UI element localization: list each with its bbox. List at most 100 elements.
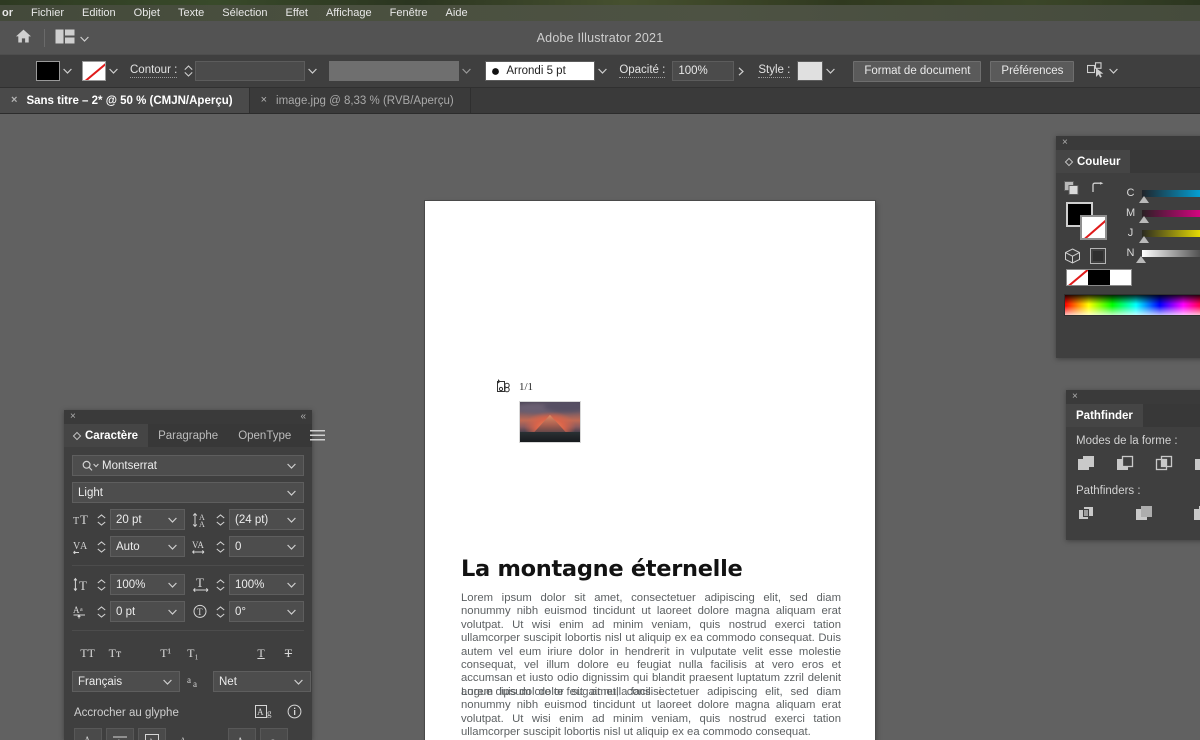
chevron-down-icon[interactable] (285, 609, 298, 615)
font-size-stepper[interactable] (96, 509, 107, 530)
tab-paragraphe[interactable]: Paragraphe (148, 424, 228, 447)
stroke-color-swatch[interactable] (82, 61, 106, 81)
chevron-down-icon[interactable] (161, 679, 174, 685)
menu-item-fichier[interactable]: Fichier (22, 5, 73, 21)
menu-item-texte[interactable]: Texte (169, 5, 213, 21)
divide-icon[interactable] (1076, 504, 1098, 524)
font-family-input[interactable]: Montserrat (72, 455, 304, 476)
all-caps-button[interactable]: TT (74, 641, 101, 665)
chevron-down-icon[interactable] (285, 490, 298, 496)
underline-button[interactable]: T (247, 641, 274, 665)
slider-j[interactable]: J (1126, 227, 1200, 243)
opacity-chevron-right-icon[interactable] (734, 61, 748, 81)
chevron-down-icon[interactable] (166, 544, 179, 550)
fill-stroke-icon[interactable] (1064, 181, 1079, 198)
collapse-icon[interactable]: « (300, 412, 306, 422)
strikethrough-button[interactable]: T (275, 641, 302, 665)
swatch-black[interactable] (1088, 270, 1110, 285)
last-color-swatch[interactable] (1090, 248, 1107, 267)
language-select[interactable]: Français (72, 671, 180, 692)
slider-c[interactable]: C (1126, 187, 1200, 203)
stroke-weight-input[interactable] (195, 61, 306, 81)
merge-icon[interactable] (1192, 504, 1200, 524)
baseline-shift-input[interactable]: 0 pt (110, 601, 185, 622)
menu-item-affichage[interactable]: Affichage (317, 5, 381, 21)
slider-thumb[interactable] (1139, 195, 1149, 203)
leading-input[interactable]: (24 pt) (229, 509, 304, 530)
close-icon[interactable]: × (1072, 392, 1078, 402)
slider-track[interactable] (1136, 249, 1200, 263)
chevron-down-icon[interactable] (166, 517, 179, 523)
menu-item-selection[interactable]: Sélection (213, 5, 276, 21)
color-cube-icon[interactable] (1064, 248, 1081, 267)
menu-item-objet[interactable]: Objet (125, 5, 169, 21)
stroke-profile-select[interactable] (329, 61, 460, 81)
quick-swatches[interactable] (1066, 269, 1132, 286)
opacity-input[interactable]: 100% (672, 61, 735, 81)
stroke-chevron-down-icon[interactable] (106, 61, 120, 81)
stroke-weight-chevron-down-icon[interactable] (305, 61, 319, 81)
kerning-stepper[interactable] (96, 536, 107, 557)
character-rotation-stepper[interactable] (215, 601, 226, 622)
stroke-swatch-none[interactable] (1080, 215, 1107, 240)
brush-chevron-down-icon[interactable] (595, 61, 609, 81)
superscript-button[interactable]: T¹ (152, 641, 179, 665)
tab-pathfinder[interactable]: Pathfinder (1066, 404, 1143, 427)
snap-angle-icon[interactable]: A (228, 728, 256, 740)
chevron-down-icon[interactable] (285, 582, 298, 588)
font-style-input[interactable]: Light (72, 482, 304, 503)
style-chevron-down-icon[interactable] (823, 61, 837, 81)
subscript-button[interactable]: T₁ (179, 641, 206, 665)
color-spectrum-ramp[interactable] (1064, 294, 1200, 316)
close-icon[interactable]: × (1062, 138, 1068, 148)
snap-baseline-icon[interactable]: A (74, 728, 102, 740)
home-button[interactable] (8, 23, 38, 53)
slider-thumb[interactable] (1139, 235, 1149, 243)
panel-menu-icon[interactable] (301, 424, 334, 447)
info-icon[interactable] (287, 704, 302, 722)
small-caps-button[interactable]: Tт (101, 641, 128, 665)
slider-thumb[interactable] (1136, 255, 1146, 263)
close-icon[interactable]: × (70, 412, 76, 422)
chevron-down-icon[interactable] (292, 679, 305, 685)
chevron-down-icon[interactable] (166, 609, 179, 615)
swatch-none[interactable] (1067, 270, 1089, 285)
menu-item-fenetre[interactable]: Fenêtre (381, 5, 437, 21)
search-icon[interactable] (78, 455, 102, 476)
slider-track[interactable] (1139, 229, 1200, 243)
font-size-input[interactable]: 20 pt (110, 509, 185, 530)
slider-track[interactable] (1139, 209, 1200, 223)
swap-fill-stroke-icon[interactable] (1091, 182, 1105, 197)
swatch-white[interactable] (1109, 270, 1131, 285)
horizontal-scale-stepper[interactable] (215, 574, 226, 595)
unite-icon[interactable] (1076, 454, 1098, 474)
snap-cap-height-icon[interactable]: A (170, 728, 198, 740)
menu-item-app-name[interactable]: or (0, 5, 22, 21)
minus-front-icon[interactable] (1115, 454, 1137, 474)
leading-stepper[interactable] (215, 509, 226, 530)
character-rotation-input[interactable]: 0° (229, 601, 304, 622)
close-icon[interactable]: × (261, 95, 267, 106)
vertical-scale-input[interactable]: 100% (110, 574, 185, 595)
document-tab-image-jpg[interactable]: × image.jpg @ 8,33 % (RVB/Aperçu) (249, 88, 471, 113)
document-tab-sans-titre[interactable]: × Sans titre – 2* @ 50 % (CMJN/Aperçu) (0, 88, 250, 113)
trim-icon[interactable] (1134, 504, 1156, 524)
select-similar-chevron-down-icon[interactable] (1106, 61, 1120, 81)
mountain-sunset-photo[interactable] (519, 401, 581, 443)
chevron-down-icon[interactable] (285, 517, 298, 523)
anti-aliasing-select[interactable]: Net (213, 671, 311, 692)
slider-n[interactable]: N (1126, 247, 1200, 263)
stroke-weight-stepper[interactable] (184, 61, 195, 81)
fill-color-swatch[interactable] (36, 61, 60, 81)
snap-italic-icon[interactable]: a (260, 728, 288, 740)
menu-item-effet[interactable]: Effet (277, 5, 317, 21)
document-heading[interactable]: La montagne éternelle (461, 556, 841, 582)
document-setup-button[interactable]: Format de document (853, 60, 982, 82)
style-label[interactable]: Style : (758, 64, 791, 78)
slider-thumb[interactable] (1139, 215, 1149, 223)
slider-track[interactable] (1139, 189, 1200, 203)
baseline-shift-stepper[interactable] (96, 601, 107, 622)
stroke-label[interactable]: Contour : (130, 64, 178, 78)
fill-stroke-swatches[interactable] (1066, 202, 1108, 240)
brush-definition-select[interactable]: Arrondi 5 pt (485, 61, 596, 81)
